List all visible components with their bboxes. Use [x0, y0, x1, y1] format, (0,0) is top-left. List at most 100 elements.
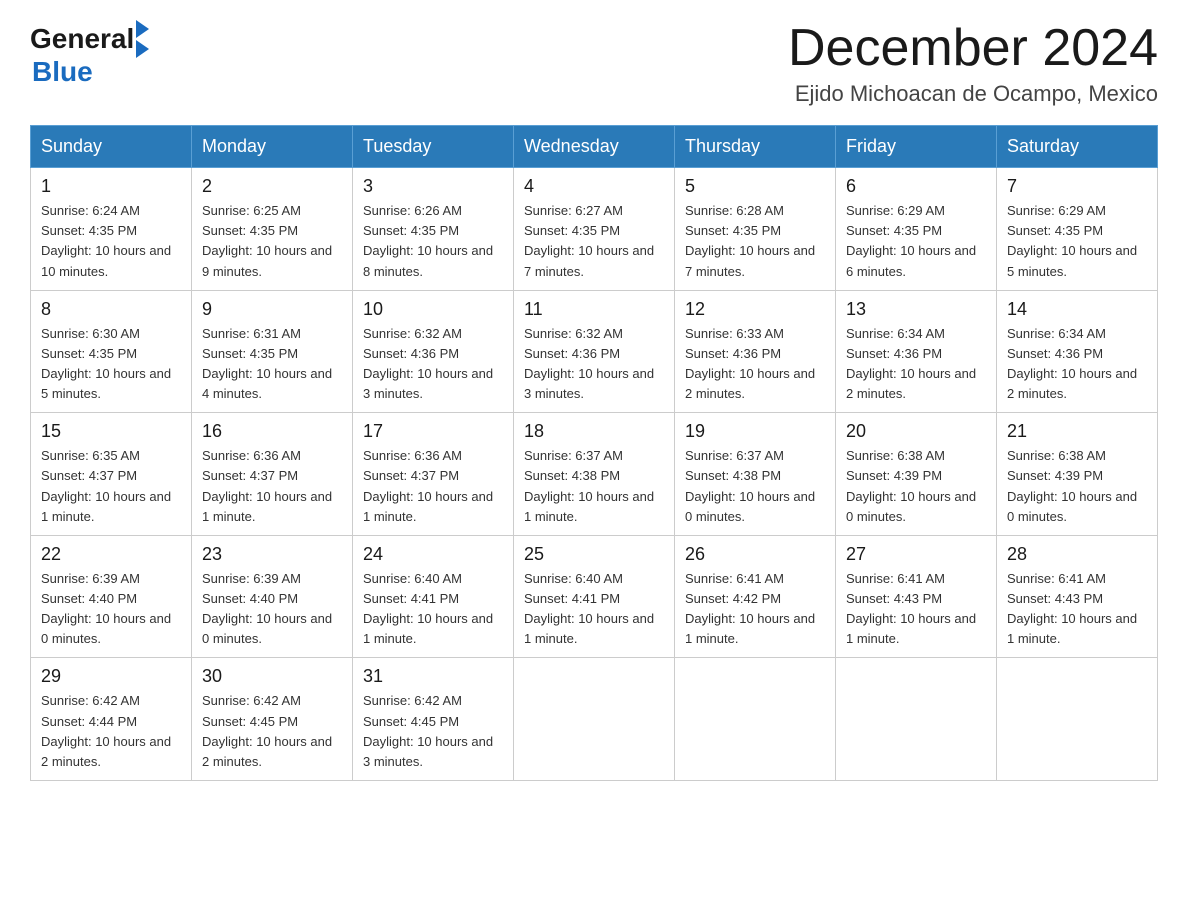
day-number: 7 [1007, 176, 1147, 197]
calendar-cell: 22 Sunrise: 6:39 AMSunset: 4:40 PMDaylig… [31, 535, 192, 658]
day-header-saturday: Saturday [997, 126, 1158, 168]
day-number: 24 [363, 544, 503, 565]
location-title: Ejido Michoacan de Ocampo, Mexico [788, 81, 1158, 107]
day-info: Sunrise: 6:32 AMSunset: 4:36 PMDaylight:… [524, 326, 654, 401]
calendar-cell: 20 Sunrise: 6:38 AMSunset: 4:39 PMDaylig… [836, 413, 997, 536]
day-header-wednesday: Wednesday [514, 126, 675, 168]
day-header-tuesday: Tuesday [353, 126, 514, 168]
calendar-week-row: 22 Sunrise: 6:39 AMSunset: 4:40 PMDaylig… [31, 535, 1158, 658]
logo: General Blue [30, 20, 149, 86]
day-info: Sunrise: 6:34 AMSunset: 4:36 PMDaylight:… [1007, 326, 1137, 401]
month-title: December 2024 [788, 20, 1158, 77]
day-info: Sunrise: 6:24 AMSunset: 4:35 PMDaylight:… [41, 203, 171, 278]
day-number: 10 [363, 299, 503, 320]
day-info: Sunrise: 6:37 AMSunset: 4:38 PMDaylight:… [524, 448, 654, 523]
day-number: 22 [41, 544, 181, 565]
day-header-sunday: Sunday [31, 126, 192, 168]
day-number: 21 [1007, 421, 1147, 442]
page-header: General Blue December 2024 Ejido Michoac… [30, 20, 1158, 107]
day-info: Sunrise: 6:28 AMSunset: 4:35 PMDaylight:… [685, 203, 815, 278]
calendar-cell: 18 Sunrise: 6:37 AMSunset: 4:38 PMDaylig… [514, 413, 675, 536]
day-info: Sunrise: 6:38 AMSunset: 4:39 PMDaylight:… [846, 448, 976, 523]
calendar-cell: 31 Sunrise: 6:42 AMSunset: 4:45 PMDaylig… [353, 658, 514, 781]
day-number: 30 [202, 666, 342, 687]
day-number: 19 [685, 421, 825, 442]
day-number: 12 [685, 299, 825, 320]
calendar-cell: 24 Sunrise: 6:40 AMSunset: 4:41 PMDaylig… [353, 535, 514, 658]
day-info: Sunrise: 6:40 AMSunset: 4:41 PMDaylight:… [524, 571, 654, 646]
calendar-cell: 16 Sunrise: 6:36 AMSunset: 4:37 PMDaylig… [192, 413, 353, 536]
day-info: Sunrise: 6:42 AMSunset: 4:44 PMDaylight:… [41, 693, 171, 768]
day-info: Sunrise: 6:42 AMSunset: 4:45 PMDaylight:… [363, 693, 493, 768]
day-number: 31 [363, 666, 503, 687]
calendar-week-row: 15 Sunrise: 6:35 AMSunset: 4:37 PMDaylig… [31, 413, 1158, 536]
day-info: Sunrise: 6:25 AMSunset: 4:35 PMDaylight:… [202, 203, 332, 278]
day-info: Sunrise: 6:37 AMSunset: 4:38 PMDaylight:… [685, 448, 815, 523]
day-number: 25 [524, 544, 664, 565]
calendar-week-row: 8 Sunrise: 6:30 AMSunset: 4:35 PMDayligh… [31, 290, 1158, 413]
day-number: 3 [363, 176, 503, 197]
calendar-cell: 1 Sunrise: 6:24 AMSunset: 4:35 PMDayligh… [31, 168, 192, 291]
day-info: Sunrise: 6:27 AMSunset: 4:35 PMDaylight:… [524, 203, 654, 278]
day-info: Sunrise: 6:32 AMSunset: 4:36 PMDaylight:… [363, 326, 493, 401]
day-number: 27 [846, 544, 986, 565]
day-info: Sunrise: 6:41 AMSunset: 4:42 PMDaylight:… [685, 571, 815, 646]
calendar-cell [514, 658, 675, 781]
calendar-cell [836, 658, 997, 781]
day-info: Sunrise: 6:36 AMSunset: 4:37 PMDaylight:… [363, 448, 493, 523]
calendar-cell: 7 Sunrise: 6:29 AMSunset: 4:35 PMDayligh… [997, 168, 1158, 291]
day-info: Sunrise: 6:30 AMSunset: 4:35 PMDaylight:… [41, 326, 171, 401]
logo-general-text: General [30, 25, 134, 53]
calendar-cell: 9 Sunrise: 6:31 AMSunset: 4:35 PMDayligh… [192, 290, 353, 413]
day-number: 1 [41, 176, 181, 197]
day-number: 23 [202, 544, 342, 565]
day-info: Sunrise: 6:38 AMSunset: 4:39 PMDaylight:… [1007, 448, 1137, 523]
calendar-cell: 19 Sunrise: 6:37 AMSunset: 4:38 PMDaylig… [675, 413, 836, 536]
calendar-cell: 5 Sunrise: 6:28 AMSunset: 4:35 PMDayligh… [675, 168, 836, 291]
calendar-cell: 12 Sunrise: 6:33 AMSunset: 4:36 PMDaylig… [675, 290, 836, 413]
calendar-cell: 17 Sunrise: 6:36 AMSunset: 4:37 PMDaylig… [353, 413, 514, 536]
calendar-week-row: 29 Sunrise: 6:42 AMSunset: 4:44 PMDaylig… [31, 658, 1158, 781]
calendar-cell: 21 Sunrise: 6:38 AMSunset: 4:39 PMDaylig… [997, 413, 1158, 536]
calendar-table: SundayMondayTuesdayWednesdayThursdayFrid… [30, 125, 1158, 781]
day-info: Sunrise: 6:40 AMSunset: 4:41 PMDaylight:… [363, 571, 493, 646]
day-number: 29 [41, 666, 181, 687]
day-header-monday: Monday [192, 126, 353, 168]
calendar-cell: 8 Sunrise: 6:30 AMSunset: 4:35 PMDayligh… [31, 290, 192, 413]
calendar-cell: 15 Sunrise: 6:35 AMSunset: 4:37 PMDaylig… [31, 413, 192, 536]
day-info: Sunrise: 6:29 AMSunset: 4:35 PMDaylight:… [846, 203, 976, 278]
calendar-cell: 10 Sunrise: 6:32 AMSunset: 4:36 PMDaylig… [353, 290, 514, 413]
day-info: Sunrise: 6:36 AMSunset: 4:37 PMDaylight:… [202, 448, 332, 523]
day-header-thursday: Thursday [675, 126, 836, 168]
calendar-cell: 14 Sunrise: 6:34 AMSunset: 4:36 PMDaylig… [997, 290, 1158, 413]
day-number: 18 [524, 421, 664, 442]
calendar-cell: 28 Sunrise: 6:41 AMSunset: 4:43 PMDaylig… [997, 535, 1158, 658]
day-header-friday: Friday [836, 126, 997, 168]
day-number: 13 [846, 299, 986, 320]
calendar-cell: 4 Sunrise: 6:27 AMSunset: 4:35 PMDayligh… [514, 168, 675, 291]
day-info: Sunrise: 6:31 AMSunset: 4:35 PMDaylight:… [202, 326, 332, 401]
calendar-cell [675, 658, 836, 781]
calendar-cell: 30 Sunrise: 6:42 AMSunset: 4:45 PMDaylig… [192, 658, 353, 781]
day-number: 5 [685, 176, 825, 197]
day-number: 20 [846, 421, 986, 442]
day-info: Sunrise: 6:39 AMSunset: 4:40 PMDaylight:… [202, 571, 332, 646]
calendar-cell: 23 Sunrise: 6:39 AMSunset: 4:40 PMDaylig… [192, 535, 353, 658]
day-info: Sunrise: 6:39 AMSunset: 4:40 PMDaylight:… [41, 571, 171, 646]
calendar-cell: 29 Sunrise: 6:42 AMSunset: 4:44 PMDaylig… [31, 658, 192, 781]
day-number: 8 [41, 299, 181, 320]
day-info: Sunrise: 6:29 AMSunset: 4:35 PMDaylight:… [1007, 203, 1137, 278]
day-number: 14 [1007, 299, 1147, 320]
calendar-cell [997, 658, 1158, 781]
logo-blue-text: Blue [30, 58, 149, 86]
day-number: 6 [846, 176, 986, 197]
day-number: 4 [524, 176, 664, 197]
calendar-cell: 26 Sunrise: 6:41 AMSunset: 4:42 PMDaylig… [675, 535, 836, 658]
day-info: Sunrise: 6:42 AMSunset: 4:45 PMDaylight:… [202, 693, 332, 768]
calendar-cell: 6 Sunrise: 6:29 AMSunset: 4:35 PMDayligh… [836, 168, 997, 291]
day-number: 11 [524, 299, 664, 320]
day-number: 17 [363, 421, 503, 442]
day-number: 9 [202, 299, 342, 320]
calendar-cell: 13 Sunrise: 6:34 AMSunset: 4:36 PMDaylig… [836, 290, 997, 413]
calendar-cell: 2 Sunrise: 6:25 AMSunset: 4:35 PMDayligh… [192, 168, 353, 291]
